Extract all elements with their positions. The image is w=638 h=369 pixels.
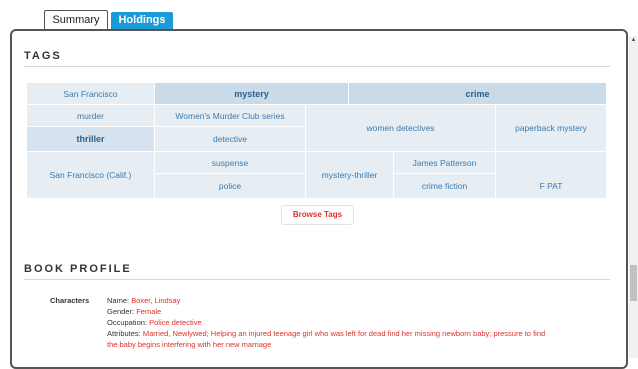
tag-link[interactable]: mystery [155, 83, 349, 105]
character-occupation-link[interactable]: Police detective [149, 318, 202, 327]
tag-link[interactable]: crime [349, 83, 607, 105]
tag-link[interactable]: San Francisco [27, 83, 155, 105]
characters-label: Characters [50, 296, 90, 305]
character-attributes-continuation[interactable]: the baby begins interfering with her new… [107, 340, 271, 349]
tag-link[interactable]: crime fiction [394, 174, 496, 199]
profile-divider [24, 279, 610, 280]
field-label: Occupation: [107, 318, 150, 327]
character-occupation-line: Occupation: Police detective [107, 318, 202, 327]
book-profile-heading: BOOK PROFILE [24, 263, 132, 275]
triangle-up-icon[interactable]: ▲ [629, 36, 638, 45]
browse-tags-button[interactable]: Browse Tags [281, 205, 354, 225]
tag-link[interactable]: F PAT [496, 152, 607, 199]
summary-panel [10, 29, 628, 369]
tag-link[interactable]: San Francisco (Calif.) [27, 152, 155, 199]
tag-link[interactable]: murder [27, 105, 155, 127]
tags-heading: TAGS [24, 50, 62, 62]
tag-link[interactable]: police [155, 174, 306, 199]
field-label: Name: [107, 296, 132, 305]
character-attributes-line: Attributes: Married, Newlywed; Helping a… [107, 329, 545, 338]
character-name-line: Name: Boxer, Lindsay [107, 296, 180, 305]
tab-holdings[interactable]: Holdings [111, 12, 173, 29]
tag-link[interactable]: Women's Murder Club series [155, 105, 306, 127]
tag-link[interactable]: detective [155, 127, 306, 152]
field-label: Attributes: [107, 329, 143, 338]
character-name-link[interactable]: Boxer, Lindsay [131, 296, 180, 305]
tag-link[interactable]: mystery-thriller [306, 152, 394, 199]
tab-summary[interactable]: Summary [44, 10, 108, 31]
character-gender-link[interactable]: Female [136, 307, 161, 316]
tag-link[interactable]: women detectives [306, 105, 496, 152]
character-attributes-link[interactable]: Married, Newlywed; Helping an injured te… [143, 329, 545, 338]
scrollbar-thumb[interactable] [630, 265, 637, 301]
character-gender-line: Gender: Female [107, 307, 161, 316]
tags-divider [24, 66, 610, 67]
field-label: Gender: [107, 307, 137, 316]
tag-link[interactable]: paperback mystery [496, 105, 607, 152]
tag-link[interactable]: thriller [27, 127, 155, 152]
vertical-scrollbar[interactable]: ▲ [629, 36, 638, 358]
tag-link[interactable]: James Patterson [394, 152, 496, 174]
tag-cloud: San Francisco mystery crime murder Women… [27, 83, 607, 199]
tag-link[interactable]: suspense [155, 152, 306, 174]
